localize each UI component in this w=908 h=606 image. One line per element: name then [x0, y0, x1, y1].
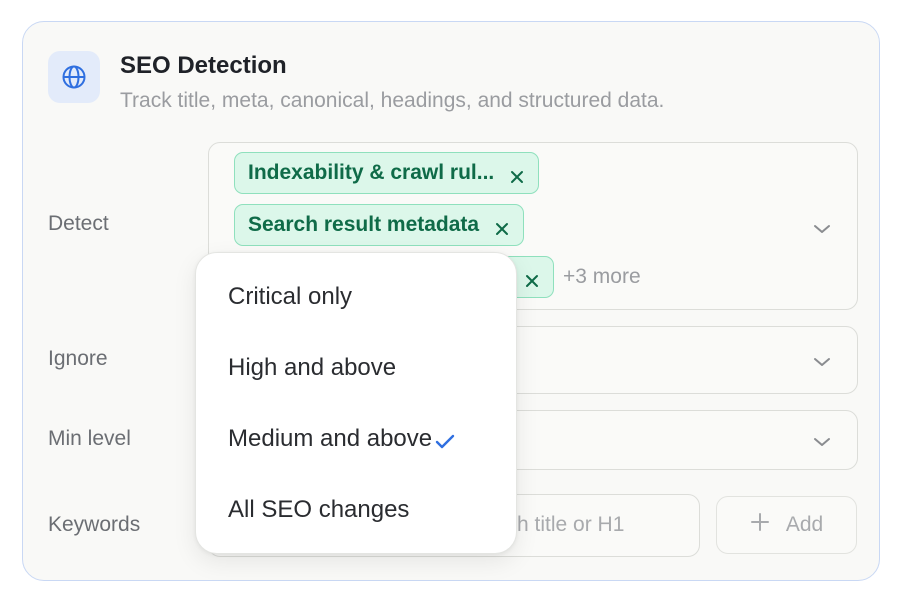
- detect-tag-search-metadata[interactable]: Search result metadata: [234, 204, 525, 246]
- card-title: SEO Detection: [120, 52, 287, 79]
- detect-tag-indexability[interactable]: Indexability & crawl rul...: [234, 152, 540, 194]
- add-button-label: Add: [785, 513, 824, 536]
- globe-icon: [48, 51, 100, 103]
- option-medium-and-above[interactable]: Medium and above: [228, 425, 456, 453]
- option-label: High and above: [228, 354, 397, 381]
- option-label: Medium and above: [228, 425, 433, 452]
- remove-tag-icon[interactable]: [525, 270, 539, 287]
- keywords-label: Keywords: [48, 513, 141, 536]
- option-critical-only[interactable]: Critical only: [228, 283, 352, 311]
- min-level-label: Min level: [48, 427, 131, 450]
- checkmark-icon: [434, 430, 456, 449]
- chevron-down-icon[interactable]: [813, 221, 831, 233]
- option-label: Critical only: [228, 283, 353, 310]
- option-label: All SEO changes: [228, 496, 410, 523]
- option-all-seo-changes[interactable]: All SEO changes: [228, 496, 409, 524]
- ignore-label: Ignore: [48, 347, 108, 370]
- tag-label: Indexability & crawl rul...: [248, 161, 495, 184]
- min-level-dropdown-menu: Critical only High and above Medium and …: [195, 252, 517, 554]
- keywords-placeholder: h title or H1: [517, 513, 625, 536]
- remove-tag-icon[interactable]: [495, 218, 509, 235]
- detect-label: Detect: [48, 212, 109, 235]
- option-high-and-above[interactable]: High and above: [228, 354, 396, 382]
- chevron-down-icon[interactable]: [813, 354, 831, 366]
- plus-icon: [750, 512, 770, 538]
- card-subtitle: Track title, meta, canonical, headings, …: [120, 89, 665, 112]
- more-tags-count[interactable]: +3 more: [563, 265, 641, 289]
- remove-tag-icon[interactable]: [510, 166, 524, 183]
- add-keyword-button[interactable]: Add: [716, 496, 857, 554]
- chevron-down-icon[interactable]: [813, 434, 831, 446]
- tag-label: Search result metadata: [248, 213, 480, 236]
